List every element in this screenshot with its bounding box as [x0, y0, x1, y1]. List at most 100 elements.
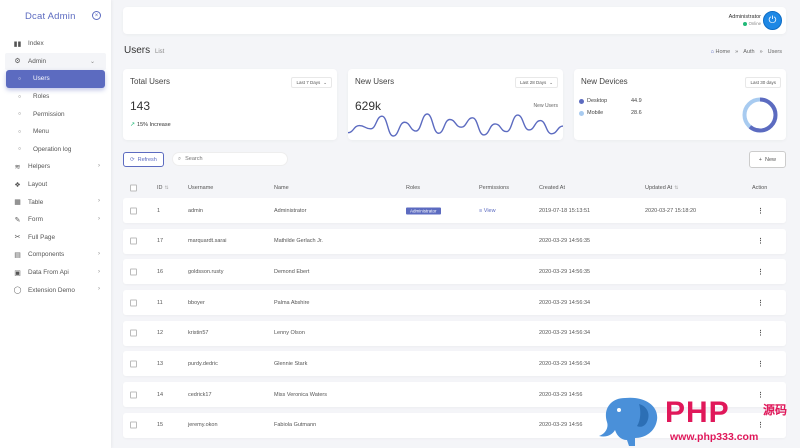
chevron-right-icon: ›: [98, 268, 100, 275]
header-username: Username: [188, 185, 214, 191]
select-all-checkbox[interactable]: [130, 184, 137, 192]
row-checkbox[interactable]: [130, 268, 137, 276]
card-title: Total Users: [130, 77, 171, 86]
header-id[interactable]: ID ⇅: [157, 185, 169, 191]
grid-header: ID ⇅ Username Name Roles Permissions Crea…: [123, 178, 786, 198]
header-updated[interactable]: Updated At ⇅: [645, 185, 678, 191]
chevron-right-icon: ›: [98, 251, 100, 258]
sidebar-item-layout[interactable]: ❖ Layout: [0, 176, 111, 194]
row-action-menu-icon[interactable]: ⋮: [757, 329, 764, 337]
user-name[interactable]: Administrator: [729, 14, 761, 20]
legend-desktop: Desktop 44.9: [579, 98, 642, 104]
page-header: Users List ⌂ Home » Auth » Users: [123, 45, 786, 59]
sidebar-item-full-page[interactable]: ✂ Full Page: [0, 229, 111, 247]
total-users-value: 143: [130, 99, 151, 113]
row-checkbox[interactable]: [130, 237, 137, 245]
cell-username: kristin57: [188, 330, 209, 337]
breadcrumb-users: Users: [767, 49, 782, 55]
home-icon: ⌂: [710, 49, 714, 55]
new-users-card: New Users Last 28 Days ⌄ 629k New Users: [348, 69, 563, 140]
row-checkbox[interactable]: [130, 207, 137, 214]
cell-username: jeremy.okon: [188, 422, 218, 429]
header-action: Action: [752, 185, 768, 191]
table-row: 12 kristin57 Lenny Olson 2020-03-29 14:56:3…: [123, 320, 786, 346]
cell-id: 17: [157, 238, 164, 245]
sidebar-item-permission[interactable]: ○ Permission: [0, 105, 111, 123]
cell-created: 2020-03-29 14:56:35: [539, 268, 591, 275]
scissors-icon: ✂: [14, 234, 21, 242]
row-action-menu-icon[interactable]: ⋮: [757, 268, 764, 276]
breadcrumb-home[interactable]: ⌂ Home: [711, 49, 731, 55]
circle-outline-icon: ◯: [13, 287, 22, 295]
cell-username: goldsson.rusty: [188, 268, 224, 275]
new-devices-card: New Devices Last 30 days Desktop 44.9 Mo…: [574, 69, 786, 140]
table-row: 17 marquardt.sarai Mathilde Gerlach Jr. 202…: [123, 228, 786, 254]
chevron-right-icon: ›: [98, 163, 100, 170]
sort-icon: ⇅: [164, 185, 169, 191]
layers-icon: ≋: [14, 163, 21, 171]
bar-chart-icon: ▮▮: [13, 40, 22, 48]
sidebar: Dcat Admin × ▮▮ Index ⚙ Admin ⌄ ○ Users …: [0, 0, 111, 448]
watermark-text: PHP: [665, 396, 730, 429]
page-title: Users: [124, 45, 151, 56]
header-roles: Roles: [406, 185, 421, 191]
breadcrumb-auth[interactable]: Auth: [743, 49, 754, 55]
circle-icon: ○: [17, 128, 22, 135]
sparkline-path: [348, 113, 563, 137]
watermark-cn: 源码: [763, 403, 788, 417]
period-dropdown[interactable]: Last 7 Days ⌄: [291, 77, 332, 88]
cubes-icon: ❖: [14, 181, 21, 189]
row-checkbox[interactable]: [130, 360, 137, 368]
search-input[interactable]: [185, 156, 276, 162]
sidebar-item-index[interactable]: ▮▮ Index: [0, 35, 111, 53]
row-action-menu-icon[interactable]: ⋮: [757, 299, 764, 307]
sidebar-item-users[interactable]: ○ Users: [6, 70, 105, 88]
cell-created: 2019-07-18 15:13:51: [539, 207, 591, 214]
cell-created: 2020-03-29 14:56:35: [539, 238, 591, 245]
cell-created: 2020-03-29 14:56: [539, 422, 583, 429]
file-icon: ▤: [14, 251, 21, 259]
sidebar-item-menu[interactable]: ○ Menu: [0, 123, 111, 141]
sidebar-item-roles[interactable]: ○ Roles: [0, 88, 111, 106]
chevron-down-icon: ⌄: [323, 79, 327, 85]
refresh-button[interactable]: ⟳ Refresh: [123, 152, 164, 167]
sidebar-toggle-icon[interactable]: ×: [92, 11, 101, 20]
row-checkbox[interactable]: [130, 329, 137, 337]
edit-icon: ✎: [14, 216, 21, 224]
row-checkbox[interactable]: [130, 299, 137, 307]
film-icon: ▣: [14, 269, 21, 277]
circle-icon: ○: [17, 111, 22, 118]
desktop-swatch: [579, 98, 584, 104]
new-button[interactable]: + New: [748, 151, 786, 168]
sidebar-item-admin[interactable]: ⚙ Admin ⌄: [5, 52, 106, 71]
row-action-menu-icon[interactable]: ⋮: [757, 360, 764, 368]
user-status: Online: [742, 21, 761, 26]
cell-name: Mathilde Gerlach Jr.: [274, 238, 323, 245]
sort-icon: ⇅: [674, 185, 679, 191]
row-action-menu-icon[interactable]: ⋮: [757, 207, 764, 215]
row-checkbox[interactable]: [130, 421, 137, 429]
card-title: New Devices: [581, 77, 628, 86]
cell-id: 13: [157, 360, 164, 367]
sidebar-item-operation-log[interactable]: ○ Operation log: [0, 141, 111, 159]
cell-permission[interactable]: ≡ View: [479, 208, 496, 214]
sidebar-item-components[interactable]: ▤ Components ›: [0, 246, 111, 264]
cell-id: 11: [157, 299, 163, 306]
header-name: Name: [274, 185, 289, 191]
cell-username: marquardt.sarai: [188, 238, 227, 245]
breadcrumb-sep: »: [759, 49, 763, 55]
avatar[interactable]: ⏻: [763, 11, 782, 30]
sidebar-item-form[interactable]: ✎ Form ›: [0, 211, 111, 229]
cell-name: Fabiola Gutmann: [274, 422, 317, 429]
gear-icon: ⚙: [14, 58, 21, 66]
period-dropdown[interactable]: Last 30 days: [745, 77, 781, 88]
row-action-menu-icon[interactable]: ⋮: [757, 237, 764, 245]
legend-mobile: Mobile 28.6: [579, 110, 642, 116]
sidebar-item-extension-demo[interactable]: ◯ Extension Demo ›: [0, 281, 111, 299]
period-dropdown[interactable]: Last 28 Days ⌄: [514, 77, 558, 88]
page-subtitle: List: [155, 49, 165, 55]
sidebar-item-table[interactable]: ▦ Table ›: [0, 193, 111, 211]
sidebar-item-data-from-api[interactable]: ▣ Data From Api ›: [0, 264, 111, 282]
row-checkbox[interactable]: [130, 391, 137, 399]
sidebar-item-helpers[interactable]: ≋ Helpers ›: [0, 158, 111, 176]
